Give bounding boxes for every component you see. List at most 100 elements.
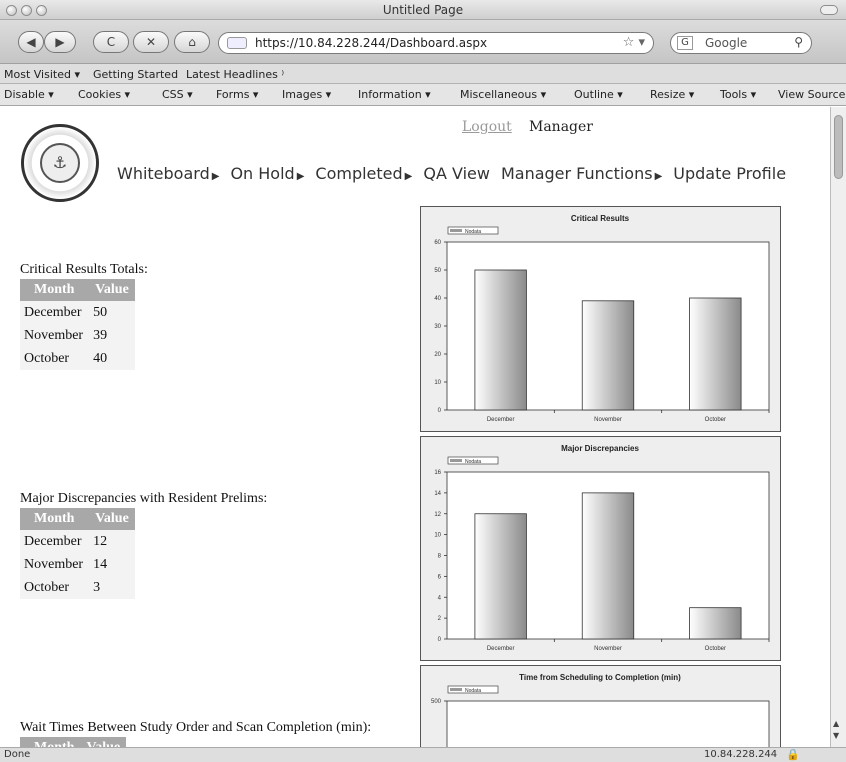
devbar-outline[interactable]: Outline ▾: [574, 88, 623, 101]
bookmark-latest-headlines[interactable]: Latest Headlines ⁾: [186, 68, 284, 81]
legend-label: Nodata: [465, 688, 481, 694]
month-cell: November: [20, 553, 90, 576]
window-titlebar: Untitled Page: [0, 0, 846, 20]
table-row: November 39: [20, 324, 135, 347]
x-tick-label: December: [487, 417, 515, 423]
value-cell: 12: [89, 530, 135, 553]
home-button[interactable]: ⌂: [174, 31, 210, 53]
bookmark-getting-started[interactable]: Getting Started: [93, 68, 178, 81]
bar: [581, 492, 635, 640]
page-content: ⚓ Logout Manager Whiteboard ▶ On Hold ▶ Comp…: [0, 107, 830, 747]
back-icon: ◀: [26, 35, 36, 49]
toolbar-toggle-button[interactable]: [820, 5, 838, 15]
seal-emblem-icon: ⚓: [40, 143, 80, 183]
reload-icon: C: [106, 35, 116, 49]
devbar-forms[interactable]: Forms ▾: [216, 88, 258, 101]
value-cell: 3: [89, 576, 135, 599]
critical-results-table: Month Value December 50 November 39 Octobe…: [20, 279, 135, 370]
time-to-completion-chart: Time from Scheduling to Completion (min)…: [420, 665, 781, 747]
menu-whiteboard[interactable]: Whiteboard ▶: [117, 164, 219, 183]
column-header: Month: [20, 279, 90, 301]
table-row: December 12: [20, 530, 135, 553]
critical-results-label: Critical Results Totals:: [20, 262, 148, 277]
devbar-view-source[interactable]: View Source: [778, 88, 845, 101]
window-title: Untitled Page: [382, 3, 464, 17]
menu-qa-view-label: QA View: [423, 164, 490, 183]
month-cell: November: [20, 324, 90, 347]
logout-link[interactable]: Logout: [462, 119, 512, 135]
devbar-resize[interactable]: Resize ▾: [650, 88, 694, 101]
search-engine-icon[interactable]: G: [677, 36, 693, 50]
value-cell: 40: [89, 347, 135, 370]
table-header-row: Month Value: [20, 279, 135, 301]
column-header: Month: [20, 508, 90, 530]
chart-title: Major Discrepancies: [561, 444, 639, 453]
menu-on-hold-label: On Hold: [230, 164, 295, 183]
menu-on-hold[interactable]: On Hold ▶: [230, 164, 304, 183]
wait-times-label: Wait Times Between Study Order and Scan …: [20, 720, 372, 735]
month-cell: October: [20, 347, 90, 370]
menu-whiteboard-label: Whiteboard: [117, 164, 210, 183]
status-host: 10.84.228.244: [704, 749, 778, 760]
submenu-arrow-icon: ▶: [654, 171, 663, 182]
devbar-cookies[interactable]: Cookies ▾: [78, 88, 130, 101]
status-text: Done: [4, 749, 31, 760]
column-header: Value: [80, 737, 127, 747]
submenu-arrow-icon: ▶: [211, 171, 220, 182]
table-header-row: Month Value: [20, 508, 135, 530]
critical-results-chart: Critical Results Nodata 0 10 20 30 40 50 60 Decem…: [420, 206, 781, 432]
devbar-css[interactable]: CSS ▾: [162, 88, 193, 101]
search-input[interactable]: G Google ⚲: [670, 32, 812, 54]
y-tick-label: 0: [438, 408, 442, 414]
bar: [474, 513, 527, 640]
y-tick-label: 50: [434, 268, 441, 274]
reload-button[interactable]: C: [93, 31, 129, 53]
y-tick-label: 12: [434, 512, 441, 518]
menu-qa-view[interactable]: QA View: [423, 164, 490, 183]
forward-icon: ▶: [55, 35, 65, 49]
url-bar[interactable]: https://10.84.228.244/Dashboard.aspx ☆ ▾: [218, 32, 654, 54]
devbar-information[interactable]: Information ▾: [358, 88, 431, 101]
devbar-tools[interactable]: Tools ▾: [720, 88, 756, 101]
vertical-scrollbar[interactable]: ▲ ▼: [830, 107, 846, 747]
month-cell: December: [20, 301, 90, 324]
y-tick-label: 14: [434, 491, 441, 497]
value-cell: 39: [89, 324, 135, 347]
table-row: December 50: [20, 301, 135, 324]
stop-icon: ✕: [145, 35, 157, 49]
devbar-images[interactable]: Images ▾: [282, 88, 331, 101]
scrollbar-thumb[interactable]: [834, 115, 843, 179]
major-discrepancies-label: Major Discrepancies with Resident Prelim…: [20, 491, 268, 506]
stop-button[interactable]: ✕: [133, 31, 169, 53]
y-tick-label: 60: [434, 240, 441, 246]
x-tick-label: November: [594, 417, 622, 423]
main-menu: Whiteboard ▶ On Hold ▶ Completed ▶ QA View Mana…: [117, 164, 797, 183]
x-tick-label: October: [705, 646, 726, 652]
chart-title: Critical Results: [571, 214, 630, 223]
plot-area: [446, 700, 770, 747]
bookmark-most-visited[interactable]: Most Visited ▾: [4, 68, 80, 81]
devbar-disable[interactable]: Disable ▾: [4, 88, 54, 101]
month-cell: October: [20, 576, 90, 599]
y-tick-label: 6: [438, 574, 442, 580]
scroll-down-arrow-icon[interactable]: ▼: [833, 731, 839, 740]
menu-update-profile-label: Update Profile: [673, 164, 787, 183]
bar: [689, 607, 742, 640]
bookmarks-bar: Most Visited ▾ Getting Started Latest He…: [0, 64, 846, 84]
menu-manager-functions[interactable]: Manager Functions ▶: [501, 164, 662, 183]
devbar-miscellaneous[interactable]: Miscellaneous ▾: [460, 88, 546, 101]
y-tick-label: 30: [434, 324, 441, 330]
bookmark-star-icon[interactable]: ☆ ▾: [623, 35, 645, 50]
menu-update-profile[interactable]: Update Profile: [673, 164, 786, 183]
month-cell: December: [20, 530, 90, 553]
scroll-up-arrow-icon[interactable]: ▲: [833, 719, 839, 728]
bar-chart-svg: Time from Scheduling to Completion (min)…: [431, 673, 770, 747]
search-icon[interactable]: ⚲: [794, 35, 803, 49]
forward-button[interactable]: ▶: [44, 31, 76, 53]
y-tick-label: 20: [434, 352, 441, 358]
value-cell: 14: [89, 553, 135, 576]
menu-completed[interactable]: Completed ▶: [315, 164, 412, 183]
x-tick-label: November: [594, 646, 622, 652]
legend-label: Nodata: [465, 459, 481, 465]
back-button[interactable]: ◀: [18, 31, 44, 53]
